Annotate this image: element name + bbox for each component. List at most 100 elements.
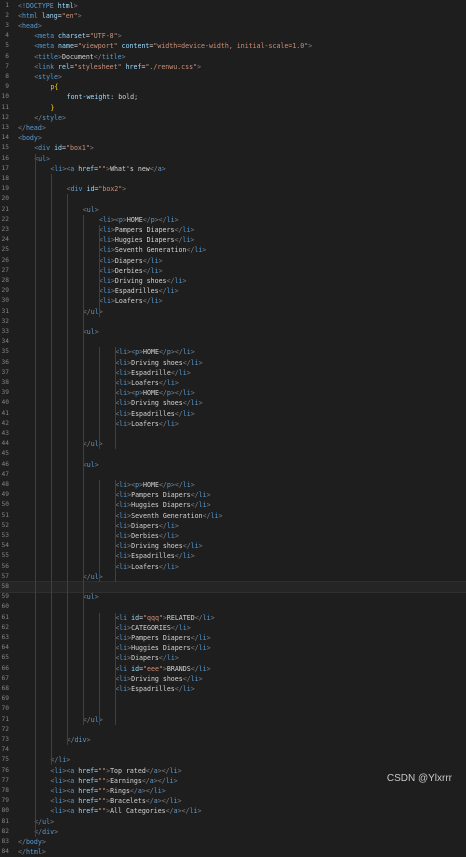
- code-line[interactable]: 44 </ul>: [0, 439, 466, 449]
- code-line[interactable]: 5 <meta name="viewport" content="width=de…: [0, 41, 466, 51]
- code-line[interactable]: 13 </head>: [0, 123, 466, 133]
- code-line[interactable]: 33 <ul>: [0, 327, 466, 337]
- code-line[interactable]: 26 <li>Diapers</li>: [0, 256, 466, 266]
- code-line[interactable]: 28 <li>Driving shoes</li>: [0, 276, 466, 286]
- code-line[interactable]: 40 <li>Driving shoes</li>: [0, 398, 466, 408]
- line-number: 48: [1, 480, 9, 488]
- code-line[interactable]: 80 <li><a href="">All Categories</a></li>: [0, 806, 466, 816]
- code-line[interactable]: 7 <link rel="stylesheet" href="./renwu.cs…: [0, 62, 466, 72]
- code-token: >: [174, 654, 179, 663]
- code-line[interactable]: 42 <li>Loafers</li>: [0, 419, 466, 429]
- code-token: </: [182, 399, 191, 408]
- code-line[interactable]: 24 <li>Huggies Diapers</li>: [0, 235, 466, 245]
- code-token: >: [121, 52, 126, 61]
- code-line[interactable]: 57 </ul>: [0, 572, 466, 582]
- code-token: >: [206, 491, 211, 500]
- code-line[interactable]: 4 <meta charset="UTF-8">: [0, 31, 466, 41]
- code-line[interactable]: 59 <ul>: [0, 592, 466, 602]
- code-token: li: [150, 266, 159, 275]
- code-line[interactable]: 56 <li>Loafers</li>: [0, 562, 466, 572]
- code-line[interactable]: 15 <div id="box1">: [0, 143, 466, 153]
- code-line[interactable]: 73 </div>: [0, 735, 466, 745]
- code-line[interactable]: 17 <li><a href="">What's new</a>: [0, 164, 466, 174]
- code-line[interactable]: 60: [0, 602, 466, 612]
- code-line[interactable]: 81 </ul>: [0, 817, 466, 827]
- code-line[interactable]: 43: [0, 429, 466, 439]
- code-line[interactable]: 48 <li><p>HOME</p></li>: [0, 480, 466, 490]
- code-line[interactable]: 37 <li>Espadrille</li>: [0, 368, 466, 378]
- line-number: 73: [1, 735, 9, 743]
- code-line[interactable]: 49 <li>Pampers Diapers</li>: [0, 490, 466, 500]
- code-line[interactable]: 9 p{: [0, 82, 466, 92]
- code-text: <meta name="viewport" content="width=dev…: [34, 41, 312, 51]
- code-line[interactable]: 82 </div>: [0, 827, 466, 837]
- code-line[interactable]: 23 <li>Pampers Diapers</li>: [0, 225, 466, 235]
- code-line[interactable]: 38 <li>Loafers</li>: [0, 378, 466, 388]
- code-line[interactable]: 14 <body>: [0, 133, 466, 143]
- code-line[interactable]: 11}: [0, 103, 466, 113]
- code-text: <div id="box1">: [34, 143, 94, 153]
- code-line[interactable]: 29 <li>Espadrilles</li>: [0, 286, 466, 296]
- code-line[interactable]: 6 <title>Document</title>: [0, 52, 466, 62]
- code-line[interactable]: 69: [0, 694, 466, 704]
- code-line[interactable]: 54 <li>Driving shoes</li>: [0, 541, 466, 551]
- code-line[interactable]: 16 <ul>: [0, 154, 466, 164]
- code-line[interactable]: 74: [0, 745, 466, 755]
- code-line[interactable]: 84 </html>: [0, 847, 466, 857]
- code-line[interactable]: 12 </style>: [0, 113, 466, 123]
- code-line[interactable]: 22 <li><p>HOME</p></li>: [0, 215, 466, 225]
- code-line[interactable]: 67 <li>Driving shoes</li>: [0, 674, 466, 684]
- code-line[interactable]: 72: [0, 725, 466, 735]
- code-line[interactable]: 19 <div id="box2">: [0, 184, 466, 194]
- code-line[interactable]: 20: [0, 194, 466, 204]
- line-number: 17: [1, 164, 9, 172]
- code-line[interactable]: 78 <li><a href="">Rings</a></li>: [0, 786, 466, 796]
- code-line[interactable]: 2 <html lang="en">: [0, 11, 466, 21]
- code-line[interactable]: 27 <li>Derbies</li>: [0, 266, 466, 276]
- code-line[interactable]: 30 <li>Loafers</li>: [0, 296, 466, 306]
- code-line[interactable]: 66 <li id="eee">BRANDS</li>: [0, 664, 466, 674]
- code-line[interactable]: 3 <head>: [0, 21, 466, 31]
- code-line[interactable]: 51 <li>Seventh Generation</li>: [0, 511, 466, 521]
- code-token: </: [190, 664, 199, 673]
- code-token: li: [190, 399, 199, 408]
- code-line[interactable]: 53 <li>Derbies</li>: [0, 531, 466, 541]
- code-line[interactable]: 64 <li>Huggies Diapers</li>: [0, 643, 466, 653]
- code-line[interactable]: 52 <li>Diapers</li>: [0, 521, 466, 531]
- code-token: ;: [134, 93, 139, 102]
- code-line[interactable]: 63 <li>Pampers Diapers</li>: [0, 633, 466, 643]
- code-line[interactable]: 35 <li><p>HOME</p></li>: [0, 347, 466, 357]
- code-line[interactable]: 39 <li><p>HOME</p></li>: [0, 388, 466, 398]
- code-line[interactable]: 34: [0, 337, 466, 347]
- code-line[interactable]: 70: [0, 704, 466, 714]
- code-line[interactable]: 55 <li>Espadrilles</li>: [0, 551, 466, 561]
- code-line[interactable]: 31 </ul>: [0, 307, 466, 317]
- code-line[interactable]: 68 <li>Espadrilles</li>: [0, 684, 466, 694]
- code-line[interactable]: 46 <ul>: [0, 460, 466, 470]
- code-line[interactable]: 21 <ul>: [0, 205, 466, 215]
- line-number: 70: [1, 705, 9, 713]
- code-line[interactable]: 58: [0, 580, 466, 594]
- code-line[interactable]: 75 </li>: [0, 755, 466, 765]
- code-editor[interactable]: 1 <!DOCTYPE html> 2 <html lang="en"> 3 <head>…: [0, 0, 466, 856]
- code-line[interactable]: 41 <li>Espadrilles</li>: [0, 409, 466, 419]
- code-line[interactable]: 62 <li>CATEGORIES</li>: [0, 623, 466, 633]
- code-line[interactable]: 45: [0, 449, 466, 459]
- code-token: >: [174, 378, 179, 387]
- code-token: {: [54, 83, 59, 92]
- code-line[interactable]: 65 <li>Diapers</li>: [0, 653, 466, 663]
- code-line[interactable]: 32: [0, 317, 466, 327]
- code-line[interactable]: 61 <li id="qqq">RELATED</li>: [0, 613, 466, 623]
- code-line[interactable]: 25 <li>Seventh Generation</li>: [0, 245, 466, 255]
- code-line[interactable]: 1 <!DOCTYPE html>: [0, 1, 466, 11]
- code-line[interactable]: 47: [0, 470, 466, 480]
- code-line[interactable]: 8 <style>: [0, 72, 466, 82]
- code-line[interactable]: 10 font-weight: bold;: [0, 92, 466, 102]
- code-token: body: [25, 837, 42, 846]
- code-line[interactable]: 83 </body>: [0, 837, 466, 847]
- code-line[interactable]: 50 <li>Huggies Diapers</li>: [0, 500, 466, 510]
- code-line[interactable]: 71 </ul>: [0, 715, 466, 725]
- code-token: </: [190, 644, 199, 653]
- code-line[interactable]: 36 <li>Driving shoes</li>: [0, 358, 466, 368]
- code-line[interactable]: 18: [0, 174, 466, 184]
